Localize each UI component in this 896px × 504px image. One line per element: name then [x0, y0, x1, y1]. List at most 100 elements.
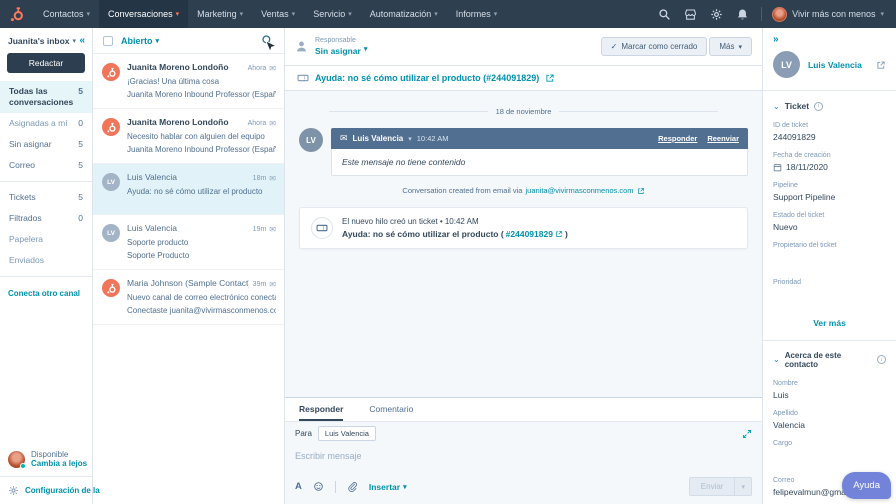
thread-panel: Responsable Sin asignar ▾ ✓ Marcar como ce…: [285, 28, 762, 504]
ticket-section-header[interactable]: ⌄ Ticket i: [773, 101, 886, 111]
count-badge: 5: [78, 139, 83, 150]
more-button[interactable]: Más ▾: [709, 37, 752, 56]
source-email-link[interactable]: juanita@vivirmasconmenos.com: [525, 186, 633, 195]
external-link-icon[interactable]: [876, 60, 886, 70]
nav-ventas[interactable]: Ventas ▾: [252, 0, 304, 28]
settings-gear-icon[interactable]: [703, 0, 729, 28]
tab-responder[interactable]: Responder: [299, 398, 344, 421]
sidebar-view-todas[interactable]: Todas las conversaciones 5: [0, 81, 92, 114]
forward-link[interactable]: Reenviar: [707, 134, 739, 143]
agent-status: Disponible Cambia a lejos: [0, 442, 92, 476]
select-all-checkbox[interactable]: [103, 35, 113, 46]
ticket-icon: [311, 217, 333, 239]
tab-comentario[interactable]: Comentario: [369, 398, 413, 421]
contact-field: Nombre Luis: [773, 379, 798, 400]
contact-field: Cargo: [773, 439, 793, 447]
ticket-created-event: El nuevo hilo creó un ticket • 10:42 AM …: [299, 207, 748, 249]
chevron-down-icon: ▾: [493, 11, 498, 18]
nav-automatizacion[interactable]: Automatización ▾: [361, 0, 447, 28]
conversation-item[interactable]: LV Luis Valencia 19m ✉ Soporte producto So…: [93, 215, 284, 270]
sidebar-view-tickets[interactable]: Tickets 5: [0, 187, 92, 208]
send-button[interactable]: Enviar: [688, 477, 736, 496]
hubspot-avatar: [102, 63, 120, 81]
conversation-list: Abierto ▾ Juanita Moreno Londoño Ahora ✉ ¡G…: [93, 28, 285, 504]
message-time: 10:42 AM: [416, 134, 449, 143]
notifications-bell-icon[interactable]: [729, 0, 755, 28]
assignee-dropdown[interactable]: Sin asignar ▾: [315, 46, 367, 56]
conversation-item[interactable]: Juanita Moreno Londoño Ahora ✉ Necesito ha…: [93, 109, 284, 164]
external-link-icon[interactable]: [545, 73, 555, 83]
compose-button[interactable]: Redactar: [7, 53, 85, 73]
collapse-panel-icon[interactable]: »: [763, 28, 896, 47]
attach-file-icon[interactable]: [347, 481, 358, 492]
recipient-row: Para Luis Valencia: [285, 422, 762, 445]
nav-contactos[interactable]: Contactos ▾: [34, 0, 99, 28]
calendar-icon: [773, 163, 782, 172]
see-more-link[interactable]: Ver más: [773, 316, 886, 338]
sidebar-view-asignadas[interactable]: Asignadas a mí 0: [0, 113, 92, 134]
global-search-icon[interactable]: [651, 0, 677, 28]
chevron-down-icon: ▾: [72, 37, 77, 45]
ticket-field: Estado del ticket Nuevo: [773, 212, 825, 233]
expand-composer-icon[interactable]: [742, 429, 752, 439]
date-divider: 18 de noviembre: [329, 107, 718, 116]
nav-informes[interactable]: Informes ▾: [447, 0, 507, 28]
hubspot-logo[interactable]: [0, 0, 34, 28]
mark-closed-button[interactable]: ✓ Marcar como cerrado: [600, 37, 708, 56]
status-filter-dropdown[interactable]: Abierto ▾: [121, 36, 159, 46]
sidebar-view-papelera[interactable]: Papelera: [0, 229, 92, 250]
message-body: Este mensaje no tiene contenido: [331, 149, 748, 176]
chevron-down-icon: ▾: [434, 11, 438, 18]
ticket-field: ID de ticket 244091829: [773, 122, 816, 143]
inbox-settings-link[interactable]: Configuración de la: [0, 476, 100, 504]
marketplace-icon[interactable]: [677, 0, 703, 28]
insert-dropdown[interactable]: Insertar ▾: [369, 482, 407, 492]
connect-channel-link[interactable]: Conecta otro canal: [0, 282, 92, 305]
chevron-down-icon: ⌄: [773, 355, 780, 365]
sidebar-view-filtrados[interactable]: Filtrados 0: [0, 208, 92, 229]
ticket-field: Prioridad: [773, 279, 802, 287]
contact-name-link[interactable]: Luis Valencia: [808, 60, 868, 70]
message-header: ✉ Luis Valencia ▾ 10:42 AM Responder Ree…: [331, 128, 748, 149]
search-conversations-icon[interactable]: [261, 34, 274, 47]
collapse-sidebar-icon[interactable]: «: [79, 35, 85, 46]
reply-link[interactable]: Responder: [658, 134, 697, 143]
message-input[interactable]: Escribir mensaje: [285, 445, 762, 471]
account-menu[interactable]: Vivir más con menos ▾: [768, 6, 888, 22]
help-button[interactable]: Ayuda: [842, 472, 891, 499]
emoji-icon[interactable]: [313, 481, 324, 492]
count-badge: 5: [78, 192, 83, 203]
conversation-item[interactable]: Juanita Moreno Londoño Ahora ✉ ¡Gracias! U…: [93, 54, 284, 109]
chevron-down-icon: ▾: [239, 11, 244, 18]
nav-conversaciones[interactable]: Conversaciones ▾: [99, 0, 189, 28]
chevron-down-icon: ▾: [403, 483, 407, 491]
check-icon: ✓: [610, 42, 618, 51]
sidebar-view-correo[interactable]: Correo 5: [0, 155, 92, 176]
chevron-down-icon: ▾: [363, 46, 368, 54]
recipient-chip[interactable]: Luis Valencia: [317, 426, 376, 441]
conversation-source-caption: Conversation created from email via juan…: [299, 186, 748, 195]
email-icon: ✉: [269, 174, 276, 183]
chevron-down-icon: ▾: [291, 11, 296, 18]
conversation-item[interactable]: Maria Johnson (Sample Contact) 39m ✉ Nuevo…: [93, 270, 284, 325]
ticket-number-link[interactable]: #244091829: [506, 229, 553, 239]
sidebar-view-enviados[interactable]: Enviados: [0, 250, 92, 271]
chevron-down-icon: ▾: [880, 11, 884, 18]
person-icon: [295, 40, 308, 53]
sidebar-view-sin-asignar[interactable]: Sin asignar 5: [0, 134, 92, 155]
chevron-down-icon[interactable]: ▾: [408, 135, 412, 143]
inbox-selector[interactable]: Juanita's inbox: [8, 36, 70, 46]
ticket-subject-link[interactable]: Ayuda: no sé cómo utilizar el producto (…: [315, 73, 539, 83]
assignee-label: Responsable: [315, 37, 356, 45]
change-status-link[interactable]: Cambia a lejos: [31, 459, 87, 468]
conversation-item-selected[interactable]: LV Luis Valencia 18m ✉ Ayuda: no sé cómo u…: [93, 164, 284, 215]
ticket-field: Propietario del ticket: [773, 242, 837, 250]
divider: [761, 7, 763, 21]
email-icon: ✉: [340, 133, 348, 143]
about-section-header[interactable]: ⌄ Acerca de este contacto i: [773, 351, 886, 369]
send-options-icon[interactable]: ▾: [735, 477, 752, 496]
format-text-icon[interactable]: A: [295, 481, 302, 492]
hubspot-avatar: [102, 118, 120, 136]
nav-servicio[interactable]: Servicio ▾: [304, 0, 361, 28]
nav-marketing[interactable]: Marketing ▾: [188, 0, 252, 28]
